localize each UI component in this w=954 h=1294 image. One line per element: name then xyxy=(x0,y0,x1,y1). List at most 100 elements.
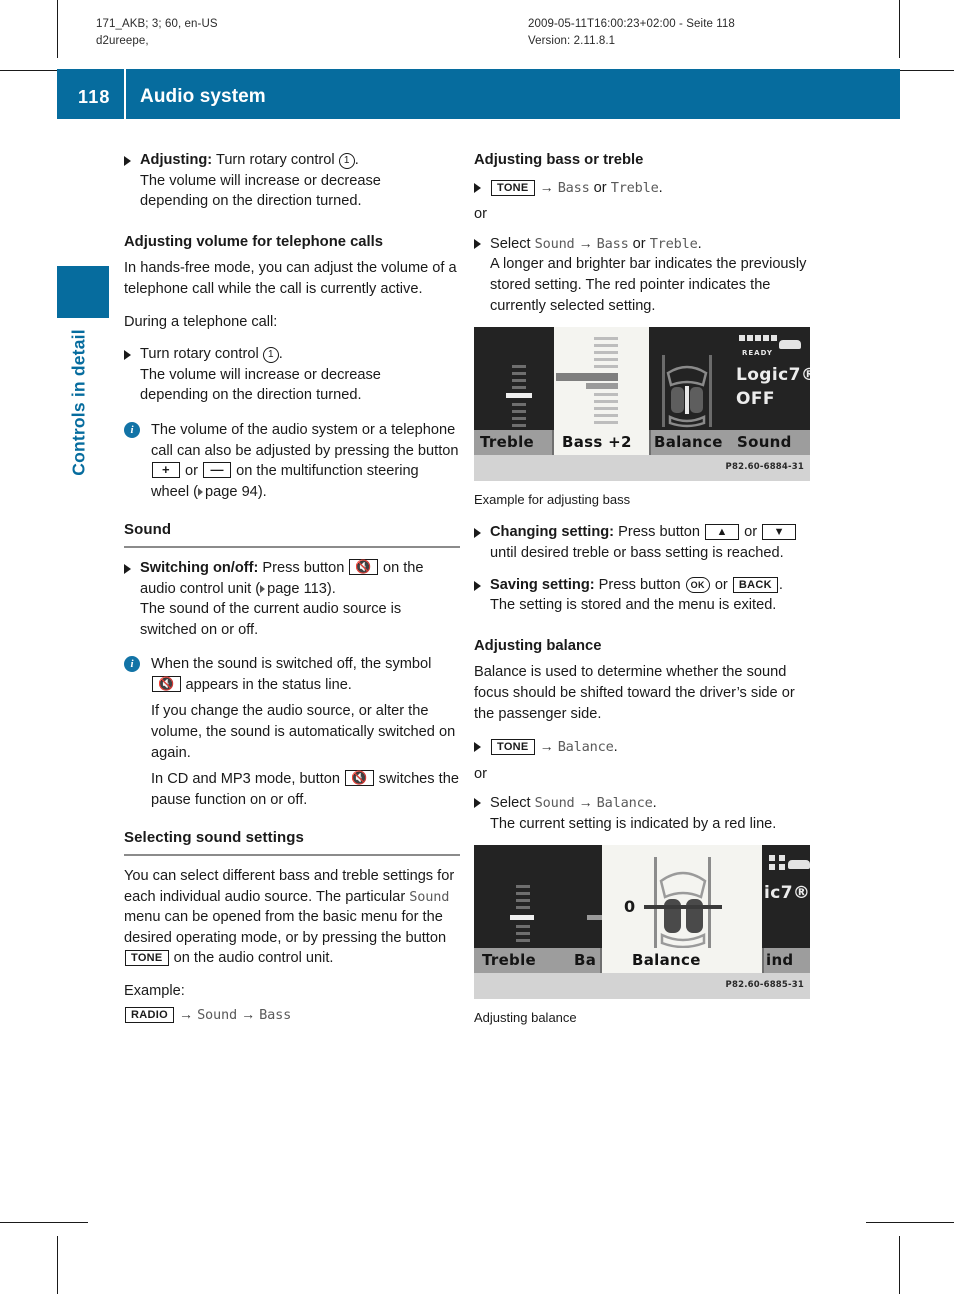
logic7-state: OFF xyxy=(736,389,775,410)
treble-scale-tick xyxy=(512,372,526,376)
page-title: Audio system xyxy=(140,86,266,107)
status-block xyxy=(747,335,753,342)
select-lead: Select xyxy=(490,235,535,252)
page-ref-arrow-icon xyxy=(198,487,204,496)
heading-bass-or-treble: Adjusting bass or treble xyxy=(474,152,644,168)
bullet-arrow-icon xyxy=(474,182,481,193)
adjusting-line3: depending on the direction turned. xyxy=(140,193,362,210)
switch-onoff-c: ). xyxy=(326,580,336,597)
crop-mark-left-bottom xyxy=(57,1236,58,1294)
radio-key-icon: RADIO xyxy=(125,1006,174,1023)
print-meta-right-line2: Version: 2.11.8.1 xyxy=(528,35,616,47)
note-mute: i When the sound is switched off, the sy… xyxy=(124,654,460,810)
list-item-select-balance: Select Sound → Balance. The current sett… xyxy=(474,792,810,834)
bass-stored-bar xyxy=(556,373,618,382)
logic7-label-partial: ic7® xyxy=(764,883,810,904)
right-text-column: Adjusting bass or treble TONE → Bass or … xyxy=(474,150,810,1041)
treble-scale-tick xyxy=(516,892,530,896)
status-block xyxy=(755,335,761,342)
lcd-tab-balance[interactable]: Balance xyxy=(632,950,701,971)
crop-mark-bottom-right xyxy=(866,1222,954,1223)
para-during-call: During a telephone call: xyxy=(124,313,278,330)
turn-rotary-line3: depending on the direction turned. xyxy=(140,387,362,404)
lcd-tab-bass[interactable]: Bass +2 xyxy=(562,432,632,453)
treble-scale-tick xyxy=(516,906,530,910)
adjusting-line2: The volume will increase or decrease xyxy=(140,172,381,189)
heading-selecting-sound-settings: Selecting sound settings xyxy=(124,828,460,857)
lcd-tab-separator xyxy=(649,430,651,456)
note-mute-a: When the sound is switched off, the symb… xyxy=(151,656,432,673)
ok-key-icon: OK xyxy=(685,576,710,593)
bass-scale-tick xyxy=(594,337,618,341)
lcd-tab-treble[interactable]: Treble xyxy=(480,432,534,453)
bass-scale-tick xyxy=(594,358,618,362)
phone-status-icon xyxy=(788,860,810,870)
page-ref-arrow-icon xyxy=(260,584,266,593)
select-path-line2: A longer and brighter bar indicates the … xyxy=(490,256,807,314)
plus-key-icon: + xyxy=(152,462,180,479)
or-separator-1: or xyxy=(474,206,487,223)
callout-1-icon: 1 xyxy=(262,347,279,364)
treble-scale-tick xyxy=(512,386,526,390)
lcd-tab-sound[interactable]: Sound xyxy=(737,432,792,453)
note-mute-p2: If you change the audio source, or alter… xyxy=(151,703,456,761)
mute-speaker-key-icon: 🔇 xyxy=(349,558,378,575)
phone-status-icon xyxy=(779,340,801,350)
path-arrow: → xyxy=(578,794,593,811)
turn-rotary-text-before: Turn rotary control xyxy=(140,346,263,363)
treble-scale-tick xyxy=(516,885,530,889)
status-block xyxy=(771,335,777,342)
status-block xyxy=(763,335,769,342)
treble-scale-tick xyxy=(512,403,526,407)
turn-rotary-text-after: . xyxy=(278,346,283,363)
callout-1-icon: 1 xyxy=(338,153,355,169)
path-step-bass: Bass xyxy=(259,1006,292,1023)
down-arrow-key-icon: ▼ xyxy=(762,524,797,541)
tone-key-icon: TONE xyxy=(491,179,535,196)
lcd-tab-separator xyxy=(762,948,764,974)
sentence-end: . xyxy=(652,795,657,812)
heading-adjusting-balance: Adjusting balance xyxy=(474,637,602,654)
bass-current-bar xyxy=(586,383,618,390)
status-block xyxy=(769,864,775,871)
path-step-sound: Sound xyxy=(197,1006,237,1023)
treble-scale-tick xyxy=(512,410,526,414)
bass-scale-tick xyxy=(594,414,618,418)
treble-scale-tick xyxy=(516,932,530,936)
list-item-changing-setting: Changing setting: Press button ▲ or ▼ un… xyxy=(474,522,810,563)
page-reference: page 113 xyxy=(260,581,327,597)
lcd-tab-balance[interactable]: Balance xyxy=(654,432,723,453)
changing-a: Press button xyxy=(614,524,705,541)
figure-adjusting-balance: 0 ic7® Treble Ba Balance ind P82.60-6885… xyxy=(474,845,810,1028)
lcd-tab-sound-partial[interactable]: ind xyxy=(766,950,793,971)
up-arrow-key-icon: ▲ xyxy=(705,524,740,541)
list-item-switch-onoff: Switching on/off: Press button 🔇 on the … xyxy=(124,558,460,640)
bass-partial-bar xyxy=(587,915,602,921)
bullet-arrow-icon xyxy=(124,350,131,361)
lcd-tab-bass-partial[interactable]: Ba xyxy=(574,950,596,971)
para-selecting: You can select different bass and treble… xyxy=(124,866,460,969)
treble-scale-tick xyxy=(512,424,526,428)
lcd-tab-separator xyxy=(552,430,554,456)
crop-mark-bottom-left xyxy=(0,1222,88,1223)
menu-name-sound: Sound xyxy=(534,795,575,812)
status-block xyxy=(769,855,775,862)
option-treble: Treble xyxy=(610,179,659,196)
lcd-screenshot-balance: 0 ic7® Treble Ba Balance ind xyxy=(474,845,810,974)
page-reference: page 94 xyxy=(198,484,258,500)
treble-current-pointer xyxy=(506,393,532,399)
crop-mark-right-top xyxy=(899,0,900,58)
status-block xyxy=(739,335,745,342)
bullet-arrow-icon xyxy=(124,156,131,166)
balance-value: 0 xyxy=(624,897,636,917)
para-selecting-b: menu can be opened from the basic menu f… xyxy=(124,909,447,946)
sentence-end: . xyxy=(697,235,702,252)
print-meta-right: 2009-05-11T16:00:23+02:00 - Seite 118 Ve… xyxy=(528,16,735,50)
adjusting-text-after: . xyxy=(354,152,359,168)
list-item-tone-balance: TONE → Balance. xyxy=(474,736,810,758)
print-meta-left-line2: d2ureepe, xyxy=(96,35,149,47)
note-mute-p1: When the sound is switched off, the symb… xyxy=(151,654,460,695)
treble-scale-tick xyxy=(512,379,526,383)
lcd-tab-treble[interactable]: Treble xyxy=(482,950,536,971)
path-arrow: → xyxy=(539,738,554,755)
